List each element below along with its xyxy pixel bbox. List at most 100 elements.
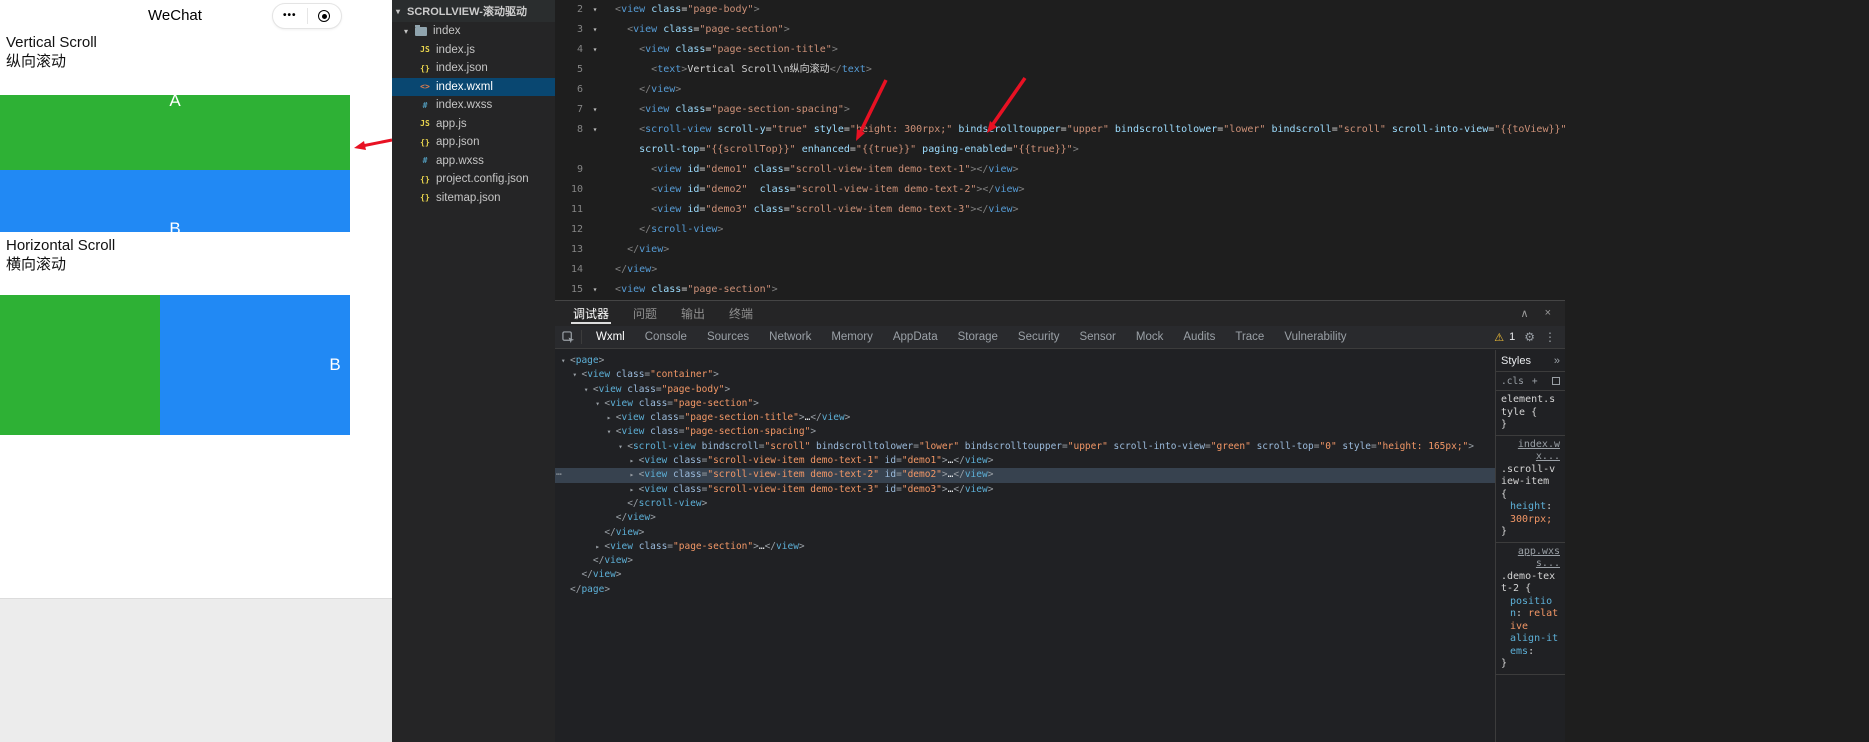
devtools-tab[interactable]: Network: [759, 326, 821, 348]
explorer-file-index.wxss[interactable]: # index.wxss: [392, 96, 555, 115]
explorer-file-app.js[interactable]: JS app.js: [392, 115, 555, 134]
tree-node[interactable]: ▾ <view class="container">: [555, 368, 1495, 382]
tree-node[interactable]: </page>: [555, 583, 1495, 597]
devtools-tab[interactable]: AppData: [883, 326, 948, 348]
editor-line[interactable]: 13 </view>: [555, 240, 1869, 260]
editor-line[interactable]: 3 ▾ <view class="page-section">: [555, 20, 1869, 40]
code-editor[interactable]: 2 ▾ <view class="page-body"> 3 ▾ <view clas…: [555, 0, 1869, 300]
tree-node[interactable]: ▸ <view class="page-section">…</view>: [555, 540, 1495, 554]
tree-node[interactable]: </view>: [555, 568, 1495, 582]
tree-node[interactable]: ▸ <view class="page-section-title">…</vie…: [555, 411, 1495, 425]
stylesheet-link[interactable]: index.wx...: [1501, 439, 1560, 464]
devtools-tab[interactable]: Security: [1008, 326, 1070, 348]
editor-line[interactable]: 14 </view>: [555, 260, 1869, 280]
expand-arrow-closed-icon[interactable]: ▸: [607, 411, 616, 425]
tree-node[interactable]: </view>: [555, 526, 1495, 540]
tree-node[interactable]: ▾ <view class="page-body">: [555, 383, 1495, 397]
tree-node[interactable]: ▾ <view class="page-section">: [555, 397, 1495, 411]
fold-chevron-icon[interactable]: ▾: [587, 280, 603, 300]
panel-tab[interactable]: 输出: [669, 301, 717, 326]
fold-chevron-icon[interactable]: ▾: [587, 100, 603, 120]
overflow-icon[interactable]: »: [1554, 355, 1560, 367]
tree-node[interactable]: ▾ <page>: [555, 354, 1495, 368]
devtools-tab[interactable]: Vulnerability: [1274, 326, 1356, 348]
fold-chevron-icon[interactable]: ▾: [587, 120, 603, 140]
editor-line[interactable]: 9 <view id="demo1" class="scroll-view-it…: [555, 160, 1869, 180]
editor-line[interactable]: 4 ▾ <view class="page-section-title">: [555, 40, 1869, 60]
panel-tab[interactable]: 问题: [621, 301, 669, 326]
project-root[interactable]: ▾ SCROLLVIEW-滚动驱动: [392, 0, 555, 22]
expand-arrow-closed-icon[interactable]: ▸: [630, 483, 639, 497]
tree-node[interactable]: </view>: [555, 511, 1495, 525]
exit-miniprogram-button[interactable]: [308, 10, 342, 22]
rule-selector[interactable]: .scroll-view-item {: [1501, 464, 1560, 502]
editor-line[interactable]: 2 ▾ <view class="page-body">: [555, 0, 1869, 20]
inspect-element-icon[interactable]: [555, 330, 581, 344]
devtools-tab[interactable]: Sources: [697, 326, 759, 348]
devtools-tab[interactable]: Storage: [948, 326, 1008, 348]
tree-node[interactable]: ▸ <view class="scroll-view-item demo-text…: [555, 483, 1495, 497]
editor-line[interactable]: 7 ▾ <view class="page-section-spacing">: [555, 100, 1869, 120]
expand-arrow-open-icon[interactable]: ▾: [595, 397, 604, 411]
panel-tab[interactable]: 终端: [717, 301, 765, 326]
fold-chevron-icon[interactable]: ▾: [587, 20, 603, 40]
devtools-tab[interactable]: Memory: [821, 326, 883, 348]
devtools-tab[interactable]: Audits: [1173, 326, 1225, 348]
tree-node[interactable]: ▸ <view class="scroll-view-item demo-text…: [555, 454, 1495, 468]
fold-chevron-icon[interactable]: ▾: [587, 0, 603, 20]
collapse-panel-icon[interactable]: ∧: [1521, 307, 1529, 320]
element-state-icon[interactable]: [1552, 377, 1560, 385]
editor-line[interactable]: 10 <view id="demo2" class="scroll-view-i…: [555, 180, 1869, 200]
editor-line[interactable]: 6 </view>: [555, 80, 1869, 100]
tree-node[interactable]: ▾ <view class="page-section-spacing">: [555, 425, 1495, 439]
gear-icon[interactable]: ⚙: [1524, 330, 1535, 344]
editor-line[interactable]: 12 </scroll-view>: [555, 220, 1869, 240]
close-panel-icon[interactable]: ×: [1545, 307, 1551, 320]
explorer-file-project.config.json[interactable]: {} project.config.json: [392, 170, 555, 189]
devtools-tab[interactable]: Console: [635, 326, 697, 348]
style-property[interactable]: align-items:: [1501, 633, 1560, 658]
devtools-tab[interactable]: Mock: [1126, 326, 1173, 348]
element-classes-button[interactable]: .cls: [1501, 376, 1524, 387]
new-rule-button[interactable]: +: [1532, 376, 1538, 387]
panel-tab[interactable]: 调试器: [561, 301, 621, 326]
expand-arrow-open-icon[interactable]: ▾: [607, 425, 616, 439]
expand-arrow-closed-icon[interactable]: ▸: [595, 540, 604, 554]
rule-selector[interactable]: element.style {: [1501, 394, 1560, 419]
expand-arrow-closed-icon[interactable]: ▸: [630, 468, 639, 482]
devtools-tab[interactable]: Wxml: [586, 326, 635, 348]
expand-arrow-closed-icon[interactable]: ▸: [630, 454, 639, 468]
kebab-menu-icon[interactable]: ⋮: [1544, 330, 1556, 344]
expand-arrow-open-icon[interactable]: ▾: [561, 354, 570, 368]
explorer-file-app.json[interactable]: {} app.json: [392, 133, 555, 152]
stylesheet-link[interactable]: app.wxss...: [1501, 546, 1560, 571]
rule-selector[interactable]: .demo-text-2 {: [1501, 571, 1560, 596]
tree-node[interactable]: </view>: [555, 554, 1495, 568]
explorer-file-index.js[interactable]: JS index.js: [392, 41, 555, 60]
devtools-tab[interactable]: Sensor: [1069, 326, 1125, 348]
vertical-scroll-view[interactable]: A B: [0, 95, 350, 232]
explorer-folder-index[interactable]: ▾ index: [392, 22, 555, 41]
node-menu-icon[interactable]: ⋯: [556, 468, 562, 482]
tab-styles[interactable]: Styles: [1501, 355, 1531, 367]
horizontal-scroll-view[interactable]: B: [0, 295, 350, 435]
explorer-file-sitemap.json[interactable]: {} sitemap.json: [392, 189, 555, 208]
explorer-file-index.wxml[interactable]: <> index.wxml: [392, 77, 555, 96]
expand-arrow-open-icon[interactable]: ▾: [584, 383, 593, 397]
editor-line[interactable]: 5 <text>Vertical Scroll\n纵向滚动</text>: [555, 60, 1869, 80]
editor-line[interactable]: 8 ▾ <scroll-view scroll-y="true" style="h…: [555, 120, 1869, 140]
editor-line[interactable]: 11 <view id="demo3" class="scroll-view-i…: [555, 200, 1869, 220]
tree-node[interactable]: </scroll-view>: [555, 497, 1495, 511]
devtools-tab[interactable]: Trace: [1225, 326, 1274, 348]
tree-node[interactable]: ▾ <scroll-view bindscroll="scroll" bindsc…: [555, 440, 1495, 454]
more-options-button[interactable]: •••: [273, 4, 307, 28]
style-property[interactable]: height: 300rpx;: [1501, 501, 1560, 526]
tree-node[interactable]: ⋯ ▸ <view class="scroll-view-item demo-te…: [555, 468, 1495, 483]
editor-line[interactable]: 15 ▾ <view class="page-section">: [555, 280, 1869, 300]
explorer-file-app.wxss[interactable]: # app.wxss: [392, 152, 555, 171]
warning-icon[interactable]: ⚠: [1494, 331, 1504, 344]
editor-line[interactable]: scroll-top="{{scrollTop}}" enhanced="{{t…: [555, 140, 1869, 160]
fold-chevron-icon[interactable]: ▾: [587, 40, 603, 60]
expand-arrow-open-icon[interactable]: ▾: [618, 440, 627, 454]
style-property[interactable]: position: relative: [1501, 596, 1560, 634]
